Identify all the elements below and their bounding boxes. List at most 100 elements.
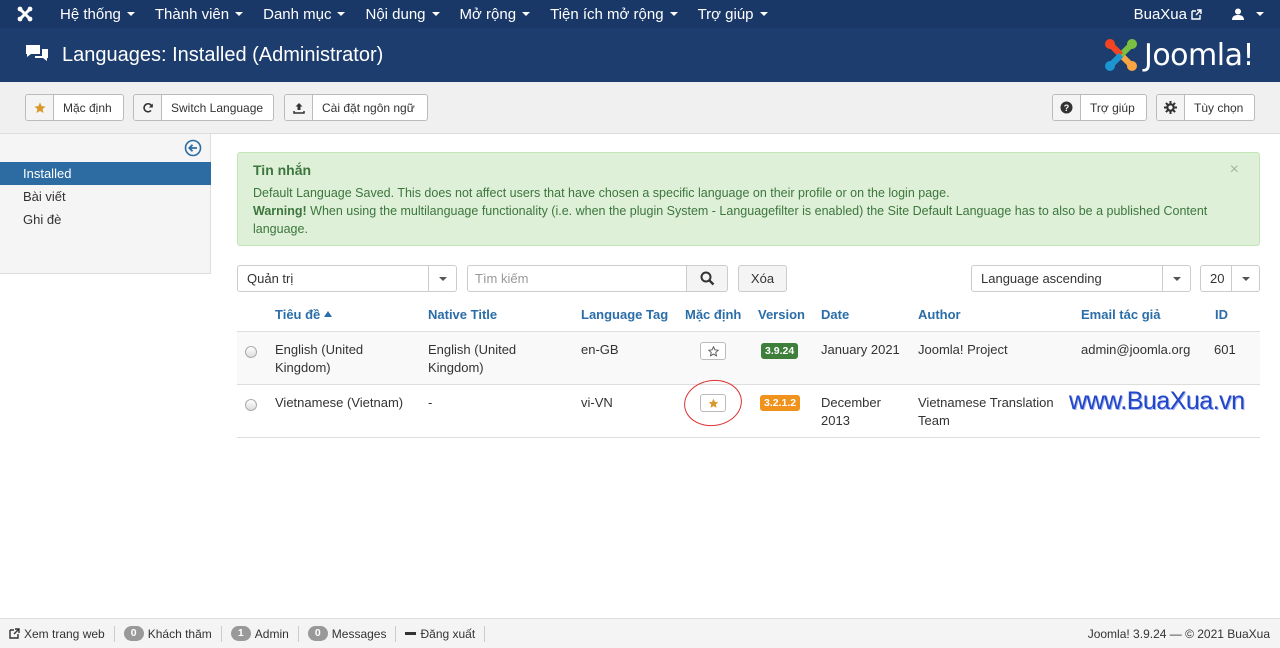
ordering-select[interactable]: Language ascending [971,265,1191,292]
upload-icon [285,95,313,120]
question-icon: ? [1053,95,1081,120]
menu-users-label: Thành viên [154,5,230,23]
logout-label: Đăng xuất [420,626,476,641]
star-icon [26,95,54,120]
col-author-header[interactable]: Author [918,307,961,322]
user-menu[interactable] [1212,8,1280,20]
clear-button[interactable]: Xóa [738,265,787,292]
alert-title: Tin nhắn [253,162,312,178]
menu-users[interactable]: Thành viên [145,0,253,28]
visitors-count-badge: 0 [123,626,144,641]
options-button[interactable]: Tùy chọn [1156,94,1255,121]
view-site-link[interactable]: Xem trang web [0,625,115,642]
alert-message: Default Language Saved. This does not af… [253,186,950,200]
refresh-icon [134,95,162,120]
row-date: January 2021 [821,342,900,357]
sidebar-item-installed[interactable]: Installed [0,162,211,185]
minus-icon [405,632,417,635]
row-radio[interactable] [245,399,257,411]
alert-warning-label: Warning! [253,204,307,218]
install-language-label: Cài đặt ngôn ngữ [322,100,415,115]
visitors-label: Khách thăm [147,626,212,641]
watermark: www.BuaXua.vn [1069,387,1245,415]
row-id: 601 [1214,342,1236,357]
row-author: Vietnamese Translation Team [918,395,1054,428]
row-author: Joomla! Project [918,342,1008,357]
menu-system[interactable]: Hệ thống [50,0,145,28]
external-link-icon [9,628,20,639]
sidebar: Installed Bài viết Ghi đè [0,134,211,274]
external-link-icon [1191,8,1202,20]
menu-extend-label: Mở rộng [459,5,517,23]
search-button[interactable] [686,265,728,292]
chevron-down-icon [337,12,346,16]
help-button-label: Trợ giúp [1090,100,1135,115]
footer-copyright: Joomla! 3.9.24 — © 2021 BuaXua [1087,627,1270,641]
messages-status[interactable]: 0 Messages [299,625,397,642]
status-bar: Xem trang web 0 Khách thăm 1 Admin 0 Mes… [0,618,1280,648]
menu-categories-label: Danh mục [263,5,332,23]
admin-label: Admin [254,626,289,641]
row-language-tag: vi-VN [581,395,613,410]
top-navbar: Hệ thống Thành viên Danh mục Nội dung Mở… [0,0,1280,28]
col-email-header[interactable]: Email tác giả [1081,307,1160,322]
menu-extensions-label: Tiện ích mở rộng [550,5,664,23]
site-link[interactable]: BuaXua [1124,6,1212,23]
menu-help[interactable]: Trợ giúp [688,0,778,28]
svg-text:?: ? [1064,103,1070,113]
set-default-button[interactable] [700,342,726,360]
col-native-header[interactable]: Native Title [428,307,497,322]
row-native-title: English (United Kingdom) [428,342,517,375]
page-header: Languages: Installed (Administrator) Joo… [0,28,1280,82]
client-select[interactable]: Quản trị [237,265,457,292]
col-date-header[interactable]: Date [821,307,849,322]
alert-warning-text: When using the multilanguage functionali… [253,204,1208,236]
menu-extend[interactable]: Mở rộng [450,0,541,28]
joomla-menu-icon[interactable] [0,0,50,28]
switch-language-button[interactable]: Switch Language [133,94,274,121]
help-button[interactable]: ? Trợ giúp [1052,94,1147,121]
chevron-down-icon [759,12,768,16]
close-icon[interactable]: × [1230,161,1239,179]
sort-up-icon [323,311,332,317]
search-input[interactable] [467,265,687,292]
menu-categories[interactable]: Danh mục [253,0,355,28]
chevron-down-icon [1256,12,1264,16]
options-button-label: Tùy chọn [1194,100,1244,115]
user-icon [1232,8,1244,20]
row-title: English (United Kingdom) [275,342,364,375]
col-title-header[interactable]: Tiêu đề [275,307,332,322]
install-language-button[interactable]: Cài đặt ngôn ngữ [284,94,428,121]
chevron-down-icon [428,266,456,291]
menu-content-label: Nội dung [365,5,426,23]
menu-help-label: Trợ giúp [697,5,754,23]
col-tag-header[interactable]: Language Tag [581,307,668,322]
sidebar-collapse-icon[interactable] [184,139,202,157]
default-button[interactable]: Mặc định [25,94,124,121]
chevron-down-icon [522,12,531,16]
menu-extensions[interactable]: Tiện ích mở rộng [540,0,688,28]
messages-label: Messages [331,626,387,641]
joomla-logo: Joomla! [1102,36,1255,74]
star-empty-icon [707,345,719,357]
joomla-wordmark: Joomla! [1143,37,1255,73]
sidebar-item-content[interactable]: Bài viết [0,185,211,208]
row-language-tag: en-GB [581,342,619,357]
joomla-logo-icon [1104,39,1137,71]
menu-content[interactable]: Nội dung [355,0,449,28]
limit-select[interactable]: 20 [1200,265,1260,292]
row-date: December 2013 [821,395,881,428]
col-id-header[interactable]: ID [1215,307,1228,322]
admin-status: 1 Admin [222,625,299,642]
logout-link[interactable]: Đăng xuất [396,625,486,642]
row-radio[interactable] [245,346,257,358]
col-default-header[interactable]: Mặc định [685,307,741,322]
table-row: English (United Kingdom) English (United K… [237,332,1260,385]
chevron-down-icon [1231,266,1259,291]
col-version-header[interactable]: Version [758,307,805,322]
ordering-select-value: Language ascending [981,271,1102,286]
comments-icon [26,45,48,61]
switch-language-label: Switch Language [171,100,264,115]
menu-system-label: Hệ thống [60,5,121,23]
sidebar-item-overrides[interactable]: Ghi đè [0,208,211,231]
